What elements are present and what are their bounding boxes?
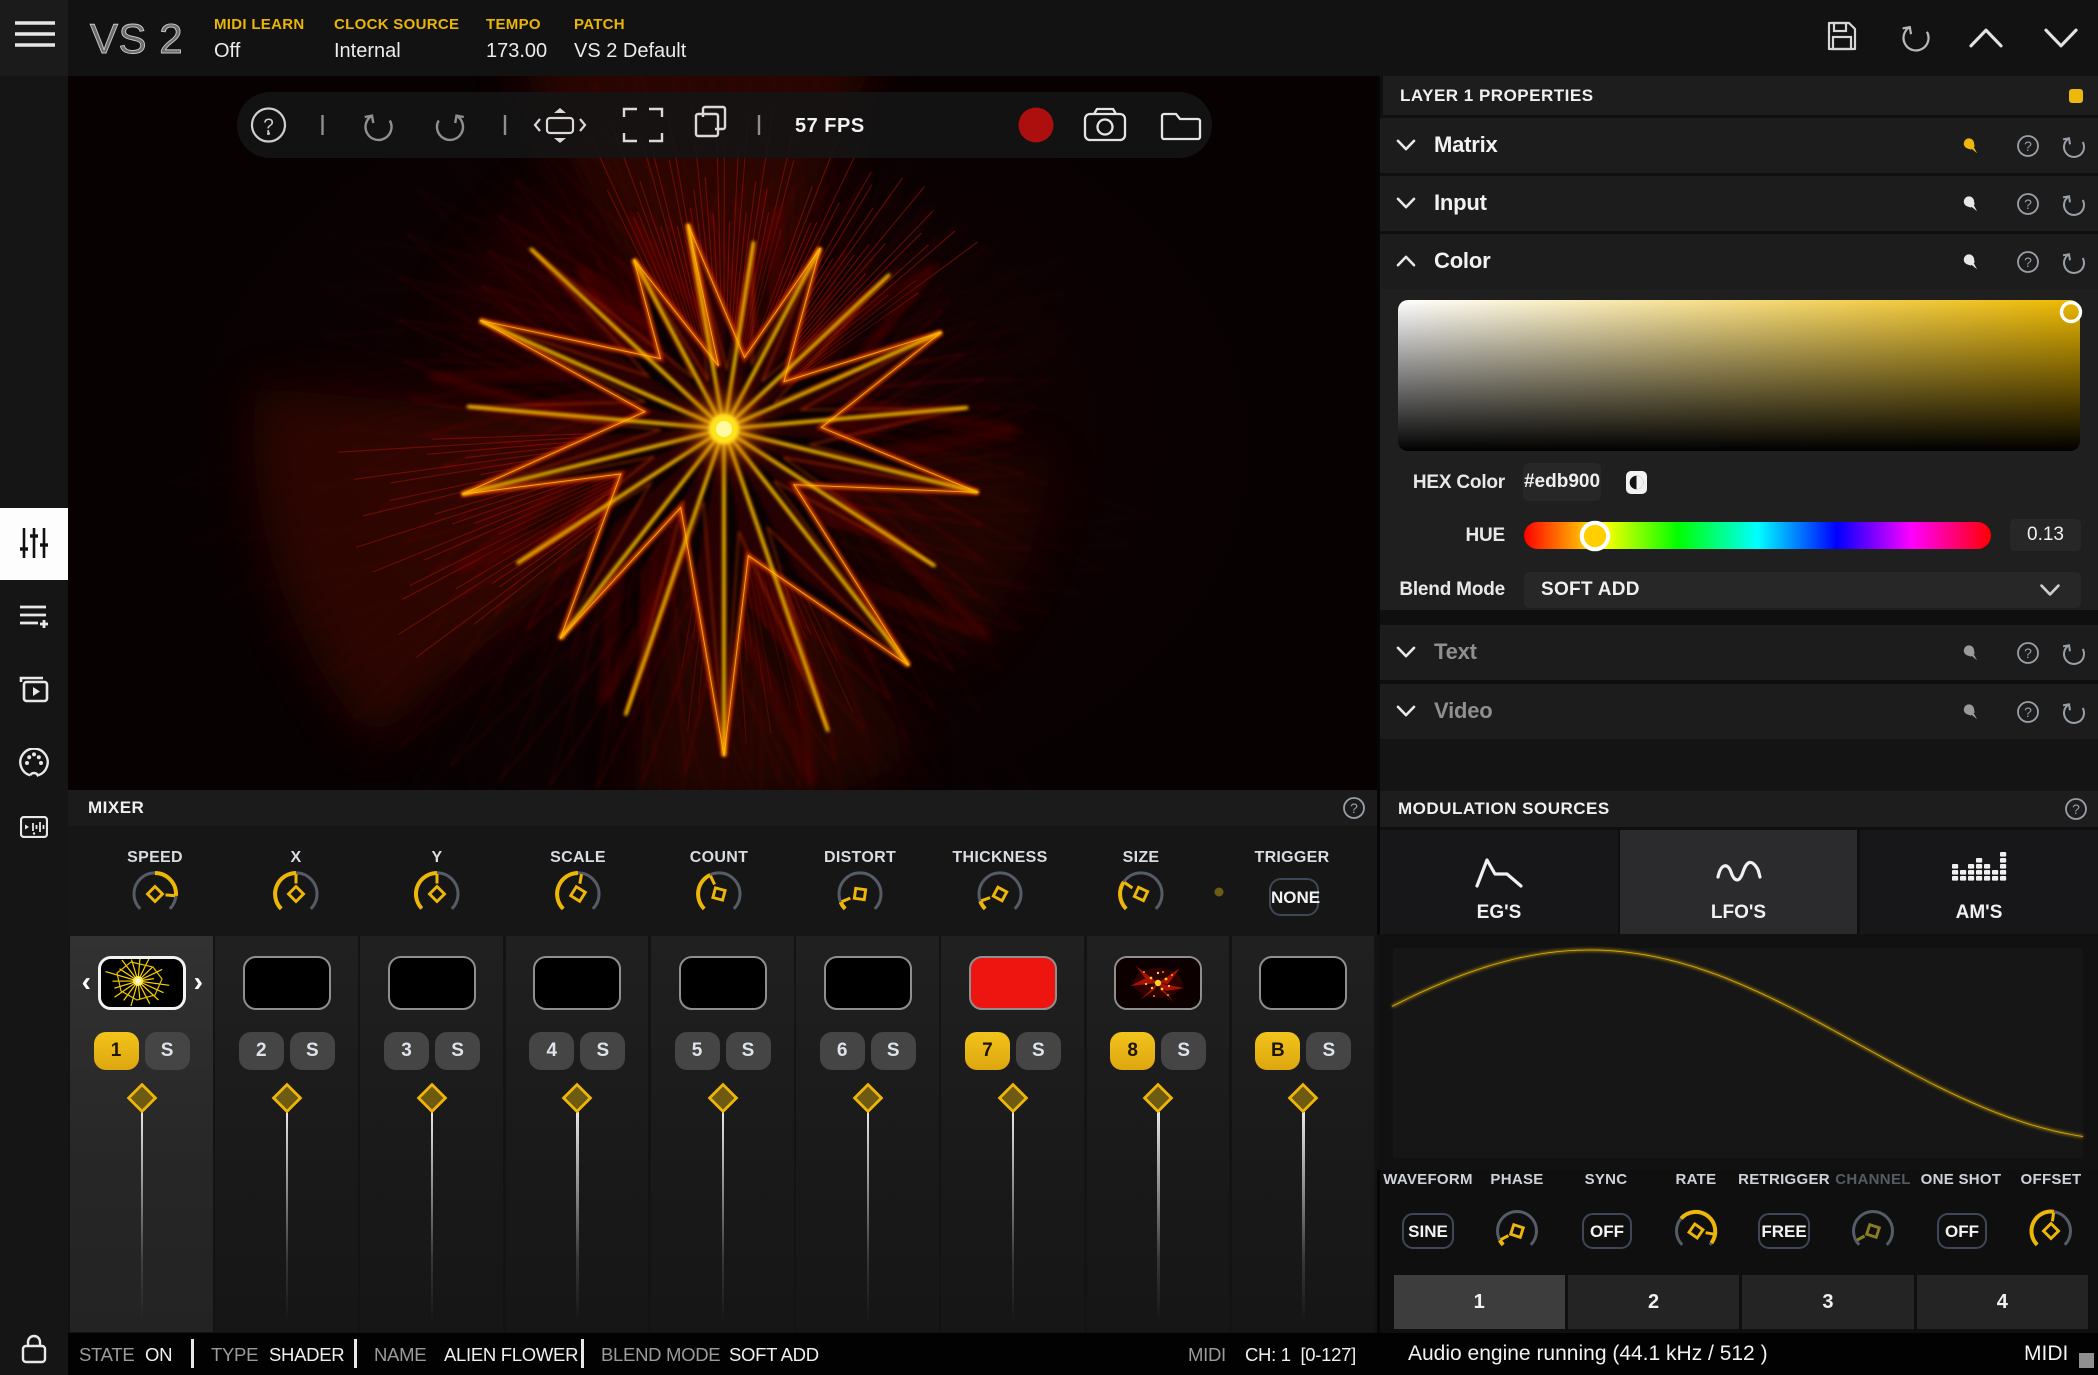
svg-text:?: ? [2024, 645, 2032, 661]
svg-text:?: ? [2024, 704, 2032, 720]
svg-text:57 FPS: 57 FPS [795, 115, 865, 137]
svg-text:?: ? [2024, 196, 2032, 212]
svg-text:?: ? [2024, 254, 2032, 270]
svg-text:?: ? [2072, 801, 2080, 817]
svg-text:?: ? [2024, 138, 2032, 154]
